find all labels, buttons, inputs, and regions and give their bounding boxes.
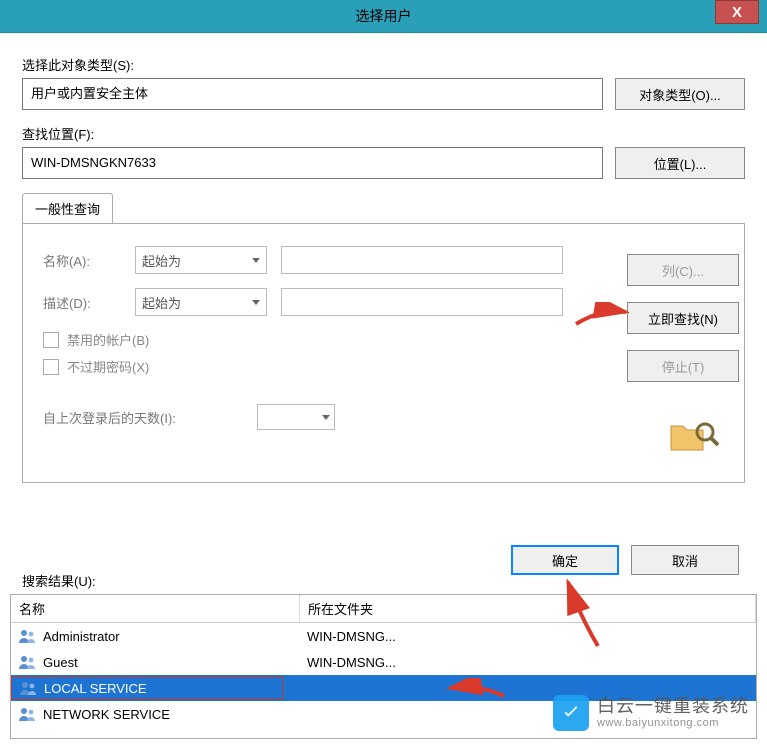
watermark-badge-icon <box>553 695 589 731</box>
location-label: 查找位置(F): <box>22 124 745 143</box>
ok-cancel-row: 确定 取消 <box>511 545 739 575</box>
titlebar: 选择用户 X <box>0 0 767 33</box>
window-title: 选择用户 <box>356 6 412 26</box>
description-input[interactable] <box>281 288 563 316</box>
watermark-url: www.baiyunxitong.com <box>597 717 749 729</box>
result-folder: WIN-DMSNG... <box>299 655 756 670</box>
user-icon <box>19 629 37 643</box>
description-label: 描述(D): <box>43 293 121 312</box>
name-match-combo[interactable]: 起始为 <box>135 246 267 274</box>
description-match-combo[interactable]: 起始为 <box>135 288 267 316</box>
result-name: NETWORK SERVICE <box>43 707 170 722</box>
location-field[interactable]: WIN-DMSNGKN7633 <box>22 147 603 179</box>
object-types-button[interactable]: 对象类型(O)... <box>615 78 745 110</box>
watermark-title: 白云一键重装系统 <box>597 697 749 717</box>
days-since-login-combo[interactable] <box>257 404 335 430</box>
user-icon <box>19 707 37 721</box>
result-name: Guest <box>43 655 78 670</box>
cancel-button[interactable]: 取消 <box>631 545 739 575</box>
non-expiring-password-checkbox[interactable]: 不过期密码(X) <box>43 357 724 376</box>
watermark: 白云一键重装系统 www.baiyunxitong.com <box>553 695 749 731</box>
result-name: Administrator <box>43 629 120 644</box>
ok-button[interactable]: 确定 <box>511 545 619 575</box>
close-icon: X <box>732 4 742 21</box>
side-buttons: 列(C)... 立即查找(N) 停止(T) <box>627 254 739 382</box>
column-folder[interactable]: 所在文件夹 <box>300 595 756 622</box>
result-name: LOCAL SERVICE <box>44 681 147 696</box>
search-folder-icon <box>669 420 719 454</box>
object-type-label: 选择此对象类型(S): <box>22 55 745 74</box>
results-header: 名称 所在文件夹 <box>11 595 756 623</box>
search-results-label: 搜索结果(U): <box>22 571 96 590</box>
days-since-login-label: 自上次登录后的天数(I): <box>43 408 243 427</box>
columns-button[interactable]: 列(C)... <box>627 254 739 286</box>
column-name[interactable]: 名称 <box>11 595 300 622</box>
result-folder: WIN-DMSNG... <box>299 629 756 644</box>
select-users-dialog: 选择用户 X 选择此对象类型(S): 用户或内置安全主体 对象类型(O)... … <box>0 0 767 749</box>
stop-button[interactable]: 停止(T) <box>627 350 739 382</box>
find-now-button[interactable]: 立即查找(N) <box>627 302 739 334</box>
disabled-accounts-checkbox[interactable]: 禁用的帐户(B) <box>43 330 724 349</box>
result-row[interactable]: Guest WIN-DMSNG... <box>11 649 756 675</box>
result-row[interactable]: Administrator WIN-DMSNG... <box>11 623 756 649</box>
locations-button[interactable]: 位置(L)... <box>615 147 745 179</box>
checkbox-icon <box>43 332 59 348</box>
close-button[interactable]: X <box>715 0 759 24</box>
object-type-field[interactable]: 用户或内置安全主体 <box>22 78 603 110</box>
user-icon <box>19 655 37 669</box>
user-icon <box>20 681 38 695</box>
name-input[interactable] <box>281 246 563 274</box>
checkbox-icon <box>43 359 59 375</box>
name-label: 名称(A): <box>43 251 121 270</box>
tab-general-query[interactable]: 一般性查询 <box>22 193 113 223</box>
